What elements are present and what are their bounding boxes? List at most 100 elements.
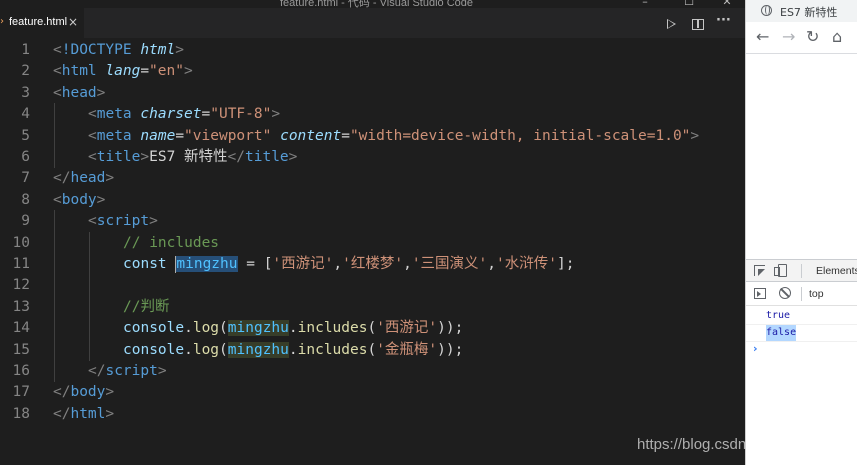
devtools-toolbar: Elements: [746, 260, 857, 282]
code-line[interactable]: 17 </body>: [0, 381, 745, 403]
tab-close-button[interactable]: ×: [68, 15, 78, 29]
indent-guide: [54, 338, 55, 361]
code-token: ,: [333, 256, 343, 272]
code-token: <: [88, 106, 97, 123]
code-token: </: [53, 170, 71, 187]
code-text: <meta charset="UTF-8">: [88, 103, 280, 125]
code-token: >: [175, 42, 184, 58]
indent-guide: [54, 360, 55, 382]
code-token: body: [61, 191, 97, 208]
title-bar: feature.html - 代码 - Visual Studio Code –…: [0, 0, 745, 8]
code-token: <: [53, 63, 62, 80]
code-line[interactable]: 18 </html>: [0, 403, 745, 425]
console-message: false: [746, 325, 857, 342]
code-line[interactable]: 1 <!DOCTYPE html>: [0, 39, 745, 61]
code-token: log: [192, 320, 220, 337]
code-token: "UTF-8": [210, 106, 272, 123]
code-token: .: [184, 320, 193, 337]
code-token: html: [70, 405, 106, 422]
code-line[interactable]: 5 <meta name="viewport" content="width=de…: [0, 124, 745, 147]
indent-guide: [54, 103, 55, 126]
code-token: includes: [297, 341, 368, 358]
code-text: </html>: [53, 403, 114, 425]
code-line[interactable]: 14 console.log(mingzhu.includes('西游记'));: [0, 317, 745, 340]
code-token: ES7 新特性: [149, 149, 228, 165]
context-selector[interactable]: top: [809, 288, 824, 300]
vscode-window: feature.html - 代码 - Visual Studio Code –…: [0, 0, 835, 465]
reload-icon[interactable]: ↻: [806, 27, 819, 46]
code-token: '金瓶梅': [376, 341, 438, 358]
back-arrow-icon[interactable]: ←: [756, 27, 769, 46]
indent-guide: [54, 146, 55, 168]
code-line[interactable]: 15 console.log(mingzhu.includes('金瓶梅'));: [0, 338, 745, 361]
code-line[interactable]: 10 // includes: [0, 231, 745, 254]
code-token: log: [192, 341, 220, 358]
code-line[interactable]: 3 <head>: [0, 82, 745, 104]
code-token: >: [149, 213, 158, 230]
code-token: mingzhu: [176, 256, 238, 272]
browser-window: ES7 新特性 ← → ↻ ⌂ Elements top true false …: [745, 0, 857, 465]
code-token: =: [175, 127, 185, 144]
maximize-button[interactable]: ☐: [684, 0, 694, 7]
code-line[interactable]: 8 <body>: [0, 189, 745, 211]
code-token: meta: [96, 127, 141, 144]
indent-guide: [89, 317, 90, 340]
line-number: 14: [12, 320, 30, 337]
code-line[interactable]: 4 <meta charset="UTF-8">: [0, 103, 745, 126]
code-token: // includes: [123, 234, 220, 251]
inspect-element-icon[interactable]: [754, 265, 765, 276]
code-line[interactable]: 9 <script>: [0, 210, 745, 233]
code-text: </body>: [53, 381, 114, 403]
minimize-button[interactable]: –: [640, 0, 650, 7]
code-line[interactable]: 6 <title>ES7 新特性</title>: [0, 146, 745, 168]
code-line[interactable]: 7 </head>: [0, 167, 745, 189]
play-icon[interactable]: [667, 19, 676, 29]
code-token: mingzhu: [227, 320, 289, 337]
code-editor[interactable]: 1 <!DOCTYPE html> 2 <html lang="en"> 3 <head>…: [0, 38, 745, 465]
code-line[interactable]: 13 //判断: [0, 295, 745, 318]
code-line[interactable]: 2 <html lang="en">: [0, 60, 745, 82]
indent-guide: [89, 253, 90, 275]
code-token: (: [367, 320, 377, 337]
code-token: head: [61, 84, 97, 101]
show-sidebar-icon[interactable]: [754, 288, 766, 299]
code-token: '西游记': [272, 256, 334, 272]
divider: [801, 264, 802, 278]
code-token: console: [123, 320, 185, 337]
console-value: true: [766, 310, 791, 321]
code-text: <script>: [88, 210, 158, 232]
code-token: </: [53, 384, 71, 401]
more-actions-icon[interactable]: ···: [716, 13, 731, 28]
code-line[interactable]: 12: [0, 274, 745, 297]
code-token: body: [70, 384, 106, 401]
console-prompt-line[interactable]: ›: [746, 342, 857, 359]
tab-feature-html[interactable]: › feature.html ×: [0, 8, 84, 38]
line-number: 17: [12, 384, 30, 401]
window-title: feature.html - 代码 - Visual Studio Code: [280, 0, 473, 8]
code-text: <title>ES7 新特性</title>: [88, 146, 297, 168]
indent-guide: [54, 253, 55, 275]
device-toggle-icon[interactable]: [774, 264, 787, 277]
line-number: 18: [12, 405, 30, 422]
code-token: >: [183, 63, 193, 80]
browser-tab[interactable]: ES7 新特性: [746, 0, 857, 22]
code-token: =: [201, 106, 211, 123]
forward-arrow-icon[interactable]: →: [782, 27, 795, 46]
split-editor-icon[interactable]: [692, 19, 704, 30]
home-icon[interactable]: ⌂: [832, 27, 842, 46]
code-token: </: [88, 363, 106, 379]
code-token: </: [53, 405, 71, 422]
code-line[interactable]: 16 </script>: [0, 360, 745, 382]
code-token: <: [88, 127, 97, 144]
code-token: meta: [96, 106, 141, 123]
code-line[interactable]: 11 const mingzhu = ['西游记','红楼梦','三国演义','水…: [0, 253, 745, 275]
close-window-button[interactable]: ✕: [722, 0, 732, 7]
code-token: ));: [437, 341, 464, 358]
page-viewport: [746, 54, 857, 259]
tab-elements[interactable]: Elements: [816, 265, 857, 277]
clear-console-icon[interactable]: [779, 287, 791, 299]
code-token: >: [96, 84, 106, 101]
code-token: //判断: [123, 298, 170, 315]
indent-guide: [89, 274, 90, 297]
